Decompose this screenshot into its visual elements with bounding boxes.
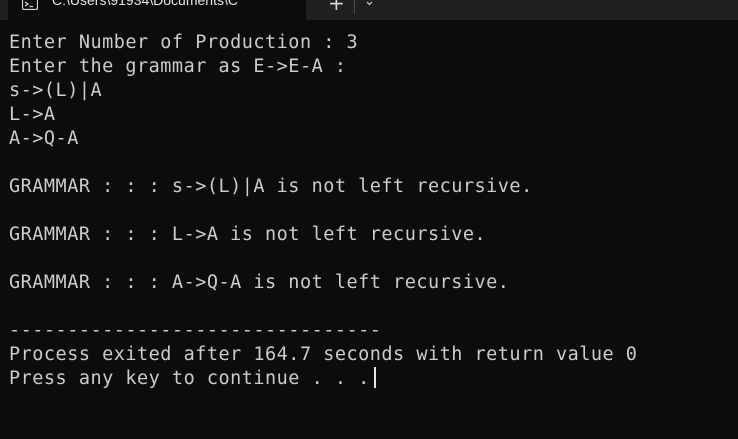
terminal-tab[interactable]: C:\Users\91934\Documents\C ✕ bbox=[8, 0, 306, 20]
console-prompt-line: Press any key to continue . . . bbox=[9, 367, 738, 391]
console-line: L->A bbox=[9, 104, 56, 125]
console-line: GRAMMAR : : : L->A is not left recursive… bbox=[9, 224, 487, 245]
close-icon[interactable]: ✕ bbox=[280, 0, 292, 5]
new-tab-icon[interactable]: + bbox=[328, 0, 345, 15]
console-line: Process exited after 164.7 seconds with … bbox=[9, 344, 638, 365]
text-cursor bbox=[373, 367, 376, 388]
terminal-icon bbox=[22, 0, 38, 10]
console-line: GRAMMAR : : : A->Q-A is not left recursi… bbox=[9, 272, 510, 293]
console-prompt-text: Press any key to continue . . . bbox=[9, 368, 370, 389]
chevron-down-icon[interactable]: ⌄ bbox=[364, 0, 375, 9]
console-line: A->Q-A bbox=[9, 128, 79, 149]
console-line: Enter Number of Production : 3 bbox=[9, 32, 359, 53]
console-line: s->(L)|A bbox=[9, 80, 103, 101]
console-output[interactable]: Enter Number of Production : 3 Enter the… bbox=[9, 31, 738, 391]
tab-title: C:\Users\91934\Documents\C bbox=[52, 0, 238, 8]
console-line: GRAMMAR : : : s->(L)|A is not left recur… bbox=[9, 176, 533, 197]
tab-bar: C:\Users\91934\Documents\C ✕ + ⌄ bbox=[0, 0, 738, 20]
console-line: Enter the grammar as E->E-A : bbox=[9, 56, 347, 77]
console-separator: -------------------------------- bbox=[9, 320, 382, 341]
tab-separator bbox=[354, 0, 355, 14]
